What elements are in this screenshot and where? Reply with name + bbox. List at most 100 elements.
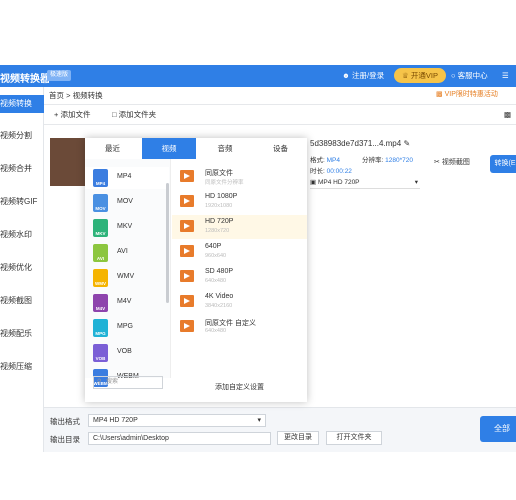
toolbar: + 添加文件 □ 添加文件夹 ▩	[44, 105, 516, 125]
sidebar-item-compress[interactable]: 视频压缩	[0, 358, 44, 376]
format-label: MKV	[117, 223, 133, 230]
avi-icon-text: AVI	[96, 256, 105, 261]
format-item-wmv[interactable]: WMV WMV	[85, 267, 169, 289]
sidebar-item-merge[interactable]: 视频合并	[0, 160, 44, 178]
trash-icon[interactable]: ▩	[504, 109, 511, 121]
format-label: MPG	[117, 323, 133, 330]
tab-device[interactable]: 设备	[254, 138, 307, 159]
sidebar-item-music[interactable]: 视频配乐	[0, 325, 44, 343]
preset-resolution: 同原文件分辨率	[205, 180, 244, 186]
vip-button[interactable]: ♕ 开通VIP	[394, 68, 446, 83]
output-format-dropdown[interactable]: MP4 HD 720P ▾	[88, 414, 266, 427]
service-label: 客服中心	[457, 71, 488, 80]
preset-name: 640P	[205, 243, 222, 250]
login-link[interactable]: ☻ 注册/登录	[342, 70, 384, 82]
film-icon	[180, 295, 194, 307]
scissors-icon: ✂	[434, 159, 440, 166]
preset-item[interactable]: 4K Video 3840x2160	[172, 290, 307, 314]
sidebar-item-optimize[interactable]: 视频优化	[0, 259, 44, 277]
format-popup: 最近 视频 音频 设备 MP4 MP4 MOV MOV MKV MKV AVI AVI …	[85, 138, 307, 402]
preset-item[interactable]: 同原文件 自定义 640x480	[172, 315, 307, 339]
mp4-icon-text: MP4	[95, 181, 106, 186]
format-item-mkv[interactable]: MKV MKV	[85, 217, 169, 239]
folder-icon: □	[112, 110, 117, 119]
change-dir-button[interactable]: 更改目录	[277, 431, 319, 445]
open-folder-button[interactable]: 打开文件夹	[326, 431, 382, 445]
crown-icon: ♕	[402, 71, 409, 80]
preset-item-selected[interactable]: HD 720P 1280x720	[172, 215, 307, 239]
add-file-button[interactable]: + 添加文件	[54, 109, 90, 121]
breadcrumb-home[interactable]: 首页	[44, 91, 64, 100]
convert-all-button[interactable]: 全部	[480, 416, 516, 442]
preset-resolution: 3840x2160	[205, 303, 233, 309]
film-icon	[180, 270, 194, 282]
preset-item[interactable]: 同原文件同原文件分辨率	[172, 165, 307, 189]
file-format: 格式: MP4	[310, 154, 340, 164]
tab-audio[interactable]: 音频	[198, 138, 252, 159]
format-label: VOB	[117, 348, 132, 355]
preset-item[interactable]: 640P 960x640	[172, 240, 307, 264]
video-icon: ▣	[310, 179, 317, 186]
tab-video[interactable]: 视频	[142, 138, 196, 159]
user-icon: ☻	[342, 71, 350, 80]
file-duration: 时长: 00:00:22	[310, 165, 352, 175]
format-item-vob[interactable]: VOB VOB	[85, 342, 169, 364]
mpg-icon-text: MPG	[95, 331, 106, 336]
chevron-down-icon: ▾	[257, 417, 261, 424]
preset-resolution: 1920x1080	[205, 203, 233, 209]
output-dir-field[interactable]: C:\Users\admin\Desktop	[88, 432, 271, 445]
resolution-value: 1280*720	[385, 157, 413, 164]
output-format-value: MP4 HD 720P	[317, 179, 360, 186]
mov-file-icon: MOV	[93, 194, 108, 212]
chat-icon: ○	[451, 71, 456, 80]
login-label: 注册/登录	[352, 71, 385, 80]
convert-button[interactable]: 转换(E	[490, 155, 516, 173]
sidebar-item-convert[interactable]: 视频转换	[0, 95, 44, 113]
tab-recent[interactable]: 最近	[85, 138, 140, 159]
format-item-mpg[interactable]: MPG MPG	[85, 317, 169, 339]
preset-item[interactable]: HD 1080P 1920x1080	[172, 190, 307, 214]
service-link[interactable]: ○ 客服中心	[451, 70, 488, 82]
m4v-file-icon: M4V	[93, 294, 108, 312]
format-item-m4v[interactable]: M4V M4V	[85, 292, 169, 314]
chevron-down-icon: ▾	[414, 179, 418, 186]
format-item-mov[interactable]: MOV MOV	[85, 192, 169, 214]
gift-icon: ▩	[436, 91, 443, 98]
add-folder-button[interactable]: □ 添加文件夹	[112, 109, 156, 121]
preset-item[interactable]: SD 480P 640x480	[172, 265, 307, 289]
promo-link[interactable]: ▩ VIP限时特惠活动	[436, 89, 498, 99]
film-icon	[180, 170, 194, 182]
sidebar: 视频转换 视频分割 视频合并 视频转GIF 视频水印 视频优化 视频截图 视频配…	[0, 87, 44, 452]
title-bar: 视频转换器 极速版 ☻ 注册/登录 ♕ 开通VIP ○ 客服中心 ☰	[0, 65, 516, 87]
edit-icon[interactable]: ✎	[403, 139, 410, 148]
preset-name: 同原文件	[205, 170, 233, 177]
bottom-bar: 输出格式 MP4 HD 720P ▾ 输出目录 C:\Users\admin\De…	[44, 407, 516, 452]
add-file-label: 添加文件	[60, 110, 91, 119]
clip-button[interactable]: ✂ 视频截图	[434, 157, 470, 167]
format-item-avi[interactable]: AVI AVI	[85, 242, 169, 264]
sidebar-item-split[interactable]: 视频分割	[0, 127, 44, 145]
app-title: 视频转换器	[0, 74, 50, 85]
file-name: 5d38983de7d371...4.mp4 ✎	[310, 139, 410, 148]
menu-icon[interactable]: ☰	[502, 70, 509, 82]
preset-name: 同原文件 自定义	[205, 320, 256, 327]
sidebar-item-screenshot[interactable]: 视频截图	[0, 292, 44, 310]
format-item-mp4[interactable]: MP4 MP4	[85, 167, 169, 189]
format-value: MP4	[326, 157, 340, 164]
format-list-scrollbar[interactable]	[166, 183, 169, 303]
m4v-icon-text: M4V	[95, 306, 106, 311]
sidebar-item-watermark[interactable]: 视频水印	[0, 226, 44, 244]
film-icon	[180, 220, 194, 232]
output-format-select[interactable]: ▣ MP4 HD 720P ▾	[310, 176, 420, 189]
preset-name: HD 1080P	[205, 193, 238, 200]
output-format-dropdown-value: MP4 HD 720P	[93, 417, 138, 424]
duration-value: 00:00:22	[326, 168, 352, 175]
breadcrumb-current: 视频转换	[72, 91, 103, 100]
format-search-input[interactable]: ⚲ 搜索	[93, 376, 163, 389]
sidebar-item-gif[interactable]: 视频转GIF	[0, 193, 44, 211]
film-icon	[180, 320, 194, 332]
add-custom-setting-link[interactable]: 添加自定义设置	[215, 382, 264, 392]
edition-tag: 极速版	[47, 70, 72, 81]
output-dir-label: 输出目录	[50, 435, 80, 444]
format-label: 格式:	[310, 157, 325, 164]
